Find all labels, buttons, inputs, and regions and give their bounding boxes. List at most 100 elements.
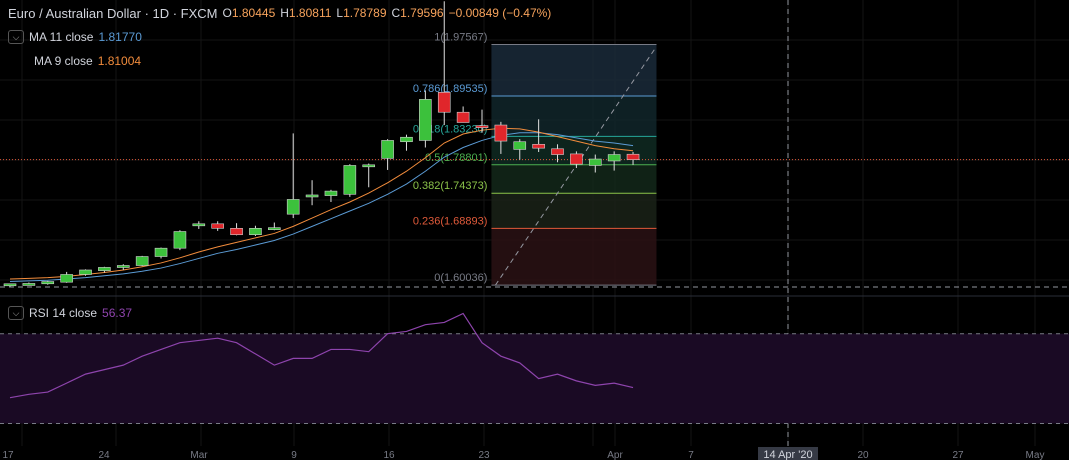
- rsi-value: 56.37: [102, 306, 133, 320]
- rsi-pane: [0, 312, 1069, 425]
- candle-body: [41, 281, 55, 285]
- candle-body: [400, 136, 413, 143]
- fib-level-label: 1(1.97567): [434, 31, 487, 43]
- time-axis-tick-label: Mar: [190, 450, 208, 460]
- candle-body: [116, 265, 130, 268]
- candle-body: [173, 231, 187, 249]
- change-value: −0.00849 (−0.47%): [448, 6, 552, 20]
- candle-body: [419, 99, 432, 141]
- candle: [211, 221, 224, 231]
- candle: [249, 225, 262, 236]
- fib-level-label: 0.236(1.68893): [413, 215, 488, 227]
- time-axis-tick-label: 16: [383, 450, 395, 460]
- candle: [343, 164, 357, 197]
- candle-body: [230, 228, 243, 236]
- time-axis-tick-label: 7: [688, 450, 694, 460]
- ma11-legend[interactable]: ⌵ MA 11 close 1.81770: [8, 28, 147, 46]
- candle: [173, 230, 187, 251]
- candle: [400, 134, 413, 151]
- time-axis-tick-label: 27: [952, 450, 964, 460]
- time-axis-tick-label: 20: [857, 450, 869, 460]
- candle: [135, 255, 149, 267]
- candle-body: [607, 154, 621, 162]
- candle-body: [286, 199, 300, 215]
- ma9-legend[interactable]: MA 9 close 1.81004: [34, 52, 146, 70]
- candle-body: [381, 140, 394, 159]
- candle-body: [305, 194, 319, 198]
- candle: [419, 90, 432, 148]
- time-axis-crosshair-label: 14 Apr '20: [763, 449, 812, 460]
- close-label: C: [391, 6, 401, 20]
- candle-body: [60, 274, 73, 283]
- open-value: 1.80445: [231, 6, 276, 20]
- candle-body: [154, 247, 168, 257]
- candle: [456, 106, 470, 123]
- fib-level-label: 0.382(1.74373): [413, 180, 488, 192]
- candle-body: [362, 164, 376, 168]
- candle: [286, 133, 300, 219]
- candle-body: [494, 124, 508, 142]
- symbol-title: Euro / Australian Dollar · 1D · FXCM: [8, 5, 218, 21]
- high-value: 1.80811: [288, 6, 332, 20]
- ma11-label: MA 11 close: [29, 30, 94, 44]
- symbol-legend: Euro / Australian Dollar · 1D · FXCM O 1.…: [8, 4, 556, 22]
- close-value: 1.79596: [400, 6, 444, 20]
- rsi-legend[interactable]: ⌵ RSI 14 close 56.37: [8, 304, 137, 322]
- fib-zone: [491, 44, 657, 96]
- candle-body: [570, 153, 583, 165]
- fib-zone: [491, 164, 657, 194]
- candle-body: [3, 283, 17, 287]
- chart-canvas: 1(1.97567)0.786(1.89535)0.618(1.83230)0.…: [0, 0, 1069, 460]
- candle: [381, 139, 394, 170]
- time-axis: 17 24 Mar 9 16 23 Apr 7 14 Apr '20 20 27 May: [0, 447, 1069, 460]
- candle-body: [513, 141, 527, 150]
- candle-body: [135, 256, 149, 266]
- open-label: O: [222, 6, 232, 20]
- candle-body: [456, 111, 470, 123]
- candle: [268, 222, 281, 231]
- candle-body: [626, 153, 640, 160]
- ma9-value: 1.81004: [97, 54, 142, 68]
- fib-level-label: 0.5(1.78801): [425, 152, 487, 164]
- candle-body: [343, 165, 357, 195]
- candle: [192, 221, 206, 229]
- rsi-label: RSI 14 close: [29, 306, 98, 320]
- candle-body: [551, 148, 564, 155]
- fibonacci-retracement: 1(1.97567)0.786(1.89535)0.618(1.83230)0.…: [0, 31, 1069, 286]
- time-axis-tick-label: 17: [2, 450, 14, 460]
- high-label: H: [280, 6, 289, 20]
- candle: [41, 280, 55, 285]
- chevron-down-icon[interactable]: ⌵: [8, 306, 24, 320]
- low-value: 1.78789: [343, 6, 387, 20]
- candle-body: [211, 223, 224, 229]
- fib-level-label: 0(1.60036): [434, 272, 487, 284]
- time-axis-tick-label: 24: [98, 450, 110, 460]
- candle-body: [437, 92, 451, 113]
- time-axis-tick-label: May: [1026, 450, 1045, 460]
- candle-body: [324, 190, 338, 196]
- candle-body: [268, 227, 281, 230]
- candle-body: [588, 158, 602, 166]
- candle: [305, 180, 319, 206]
- fib-zone: [491, 228, 657, 286]
- candle: [3, 283, 17, 287]
- candle-body: [249, 228, 262, 236]
- candle-body: [98, 267, 111, 271]
- time-axis-bg: [0, 447, 1069, 460]
- fib-zone: [491, 95, 657, 137]
- candle-body: [79, 269, 92, 275]
- candle: [60, 271, 73, 283]
- ma9-label: MA 9 close: [34, 54, 93, 68]
- ma11-value: 1.81770: [98, 30, 142, 44]
- chevron-down-icon[interactable]: ⌵: [8, 30, 24, 44]
- time-axis-tick-label: 9: [291, 450, 297, 460]
- candle-body: [475, 125, 489, 128]
- candle: [154, 247, 168, 259]
- time-axis-tick-label: Apr: [607, 450, 623, 460]
- low-label: L: [336, 6, 344, 20]
- fib-zone: [491, 193, 657, 229]
- time-axis-tick-label: 23: [478, 450, 490, 460]
- candle: [22, 282, 36, 286]
- candle: [230, 223, 243, 236]
- candle: [362, 163, 376, 188]
